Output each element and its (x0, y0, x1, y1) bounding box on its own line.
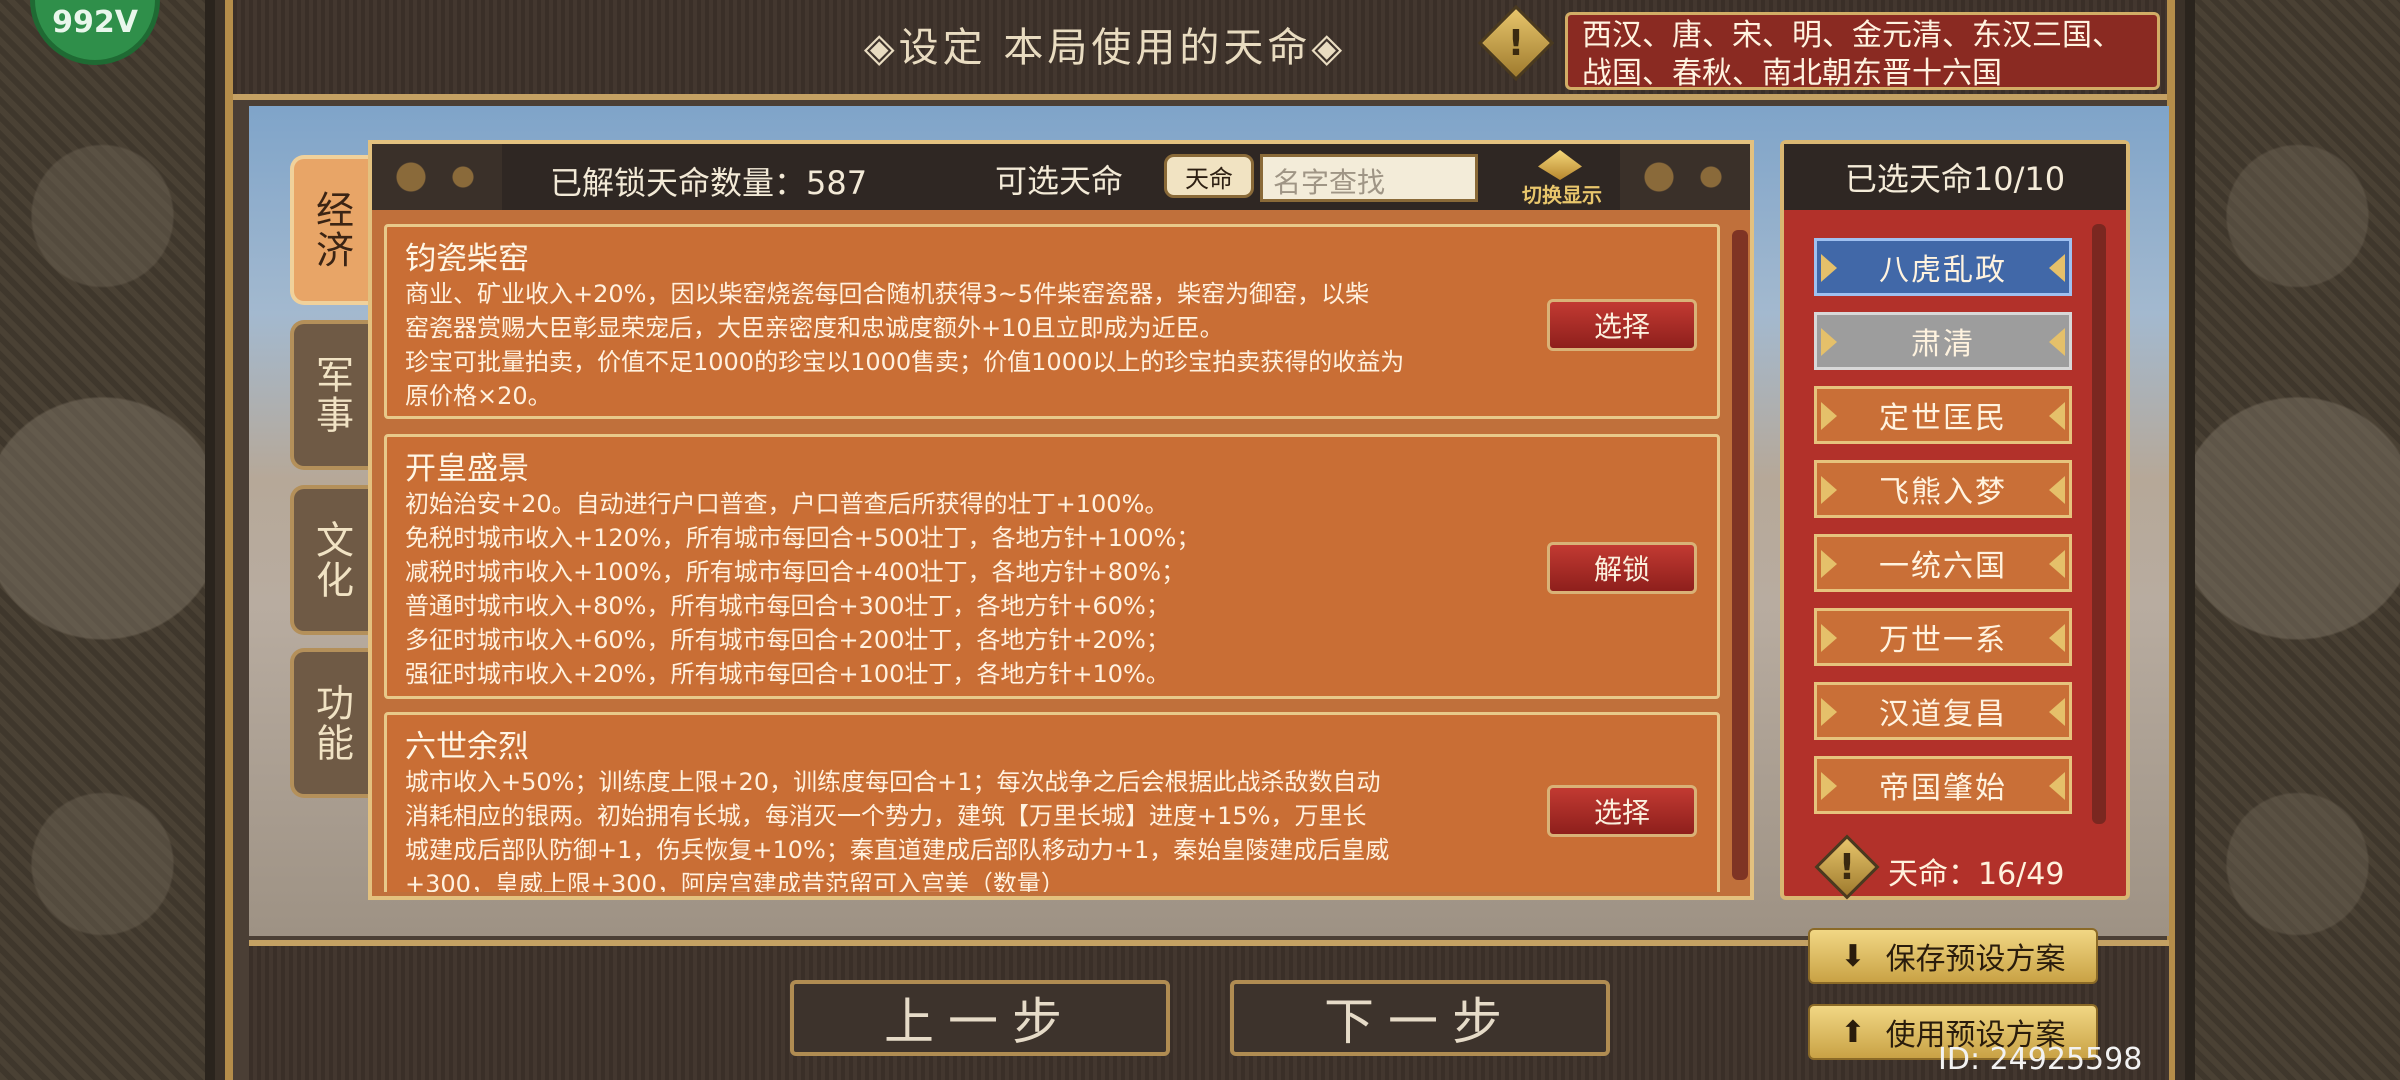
tianming-list-panel: 已解锁天命数量：587 可选天命 天命 名字查找 切换显示 钧瓷柴窑 商业、矿业… (368, 140, 1754, 900)
card-title: 开皇盛景 (405, 451, 529, 487)
list-header: 已解锁天命数量：587 可选天命 天命 名字查找 切换显示 (372, 144, 1750, 210)
dynasty-list: 西汉、唐、宋、明、金元清、东汉三国、战国、春秋、南北朝东晋十六国 (1565, 12, 2160, 91)
exclamation-icon: ! (1838, 846, 1856, 888)
name-search-input[interactable]: 名字查找 (1260, 154, 1478, 202)
tab-function[interactable]: 功能 (290, 648, 370, 798)
corner-ornament (1620, 144, 1750, 210)
unlocked-count: 已解锁天命数量：587 (550, 164, 868, 202)
download-icon: ⬇ (1840, 938, 1866, 974)
page-title: ◈设定 本局使用的天命◈ (863, 25, 1347, 71)
unlock-button[interactable]: 解锁 (1547, 542, 1697, 594)
select-button[interactable]: 选择 (1547, 299, 1697, 351)
card-description: 初始治安+20。自动进行户口普查，户口普查后所获得的壮丁+100%。 免税时城市… (405, 490, 1201, 688)
tianming-card: 钧瓷柴窑 商业、矿业收入+20%，因以柴窑烧瓷每回合随机获得3~5件柴窑瓷器，柴… (384, 224, 1720, 419)
card-title: 钧瓷柴窑 (405, 241, 529, 277)
selected-item[interactable]: 帝国肇始 (1814, 756, 2072, 814)
tab-culture[interactable]: 文化 (290, 485, 370, 635)
selected-item[interactable]: 万世一系 (1814, 608, 2072, 666)
selected-item[interactable]: 肃清 (1814, 312, 2072, 370)
selected-item[interactable]: 八虎乱政 (1814, 238, 2072, 296)
save-preset-button[interactable]: ⬇ 保存预设方案 (1808, 928, 2098, 984)
tab-economy[interactable]: 经济 (290, 155, 370, 305)
next-step-button[interactable]: 下一步 (1230, 980, 1610, 1056)
selected-scrollbar[interactable] (2092, 224, 2106, 824)
switch-display-button[interactable]: 切换显示 (1512, 146, 1612, 208)
tianming-info-icon[interactable]: ! (1814, 834, 1880, 900)
list-scrollbar[interactable] (1732, 230, 1748, 880)
selected-item[interactable]: 飞熊入梦 (1814, 460, 2072, 518)
selected-item[interactable]: 定世匡民 (1814, 386, 2072, 444)
card-description: 城市收入+50%；训练度上限+20，训练度每回合+1；每次战争之后会根据此战杀敌… (405, 768, 1390, 892)
card-title: 六世余烈 (405, 729, 529, 765)
tab-military[interactable]: 军事 (290, 320, 370, 470)
selected-item[interactable]: 汉道复昌 (1814, 682, 2072, 740)
tianming-card: 六世余烈 城市收入+50%；训练度上限+20，训练度每回合+1；每次战争之后会根… (384, 712, 1720, 892)
exclamation-icon: ! (1507, 22, 1525, 64)
tianming-count: 天命：16/49 (1888, 857, 2065, 892)
upload-icon: ⬆ (1840, 1014, 1866, 1050)
player-id: ID: 24925598 (1938, 1042, 2143, 1077)
left-dragon-decoration (0, 0, 215, 1080)
prev-step-button[interactable]: 上一步 (790, 980, 1170, 1056)
selected-header: 已选天命10/10 (1784, 144, 2126, 210)
selectable-label: 可选天命 (995, 162, 1124, 200)
cards-list[interactable]: 钧瓷柴窑 商业、矿业收入+20%，因以柴窑烧瓷每回合随机获得3~5件柴窑瓷器，柴… (384, 224, 1734, 892)
selected-item[interactable]: 一统六国 (1814, 534, 2072, 592)
card-description: 商业、矿业收入+20%，因以柴窑烧瓷每回合随机获得3~5件柴窑瓷器，柴窑为御窑，… (405, 280, 1405, 410)
select-button[interactable]: 选择 (1547, 785, 1697, 837)
tianming-card: 开皇盛景 初始治安+20。自动进行户口普查，户口普查后所获得的壮丁+100%。 … (384, 434, 1720, 699)
selected-tianming-panel: 已选天命10/10 八虎乱政 肃清 定世匡民 飞熊入梦 一统六国 万世一系 汉道… (1780, 140, 2130, 900)
tianming-filter-tag[interactable]: 天命 (1164, 154, 1254, 198)
right-dragon-decoration (2185, 0, 2400, 1080)
gem-icon (1538, 150, 1582, 180)
corner-ornament (372, 144, 502, 210)
